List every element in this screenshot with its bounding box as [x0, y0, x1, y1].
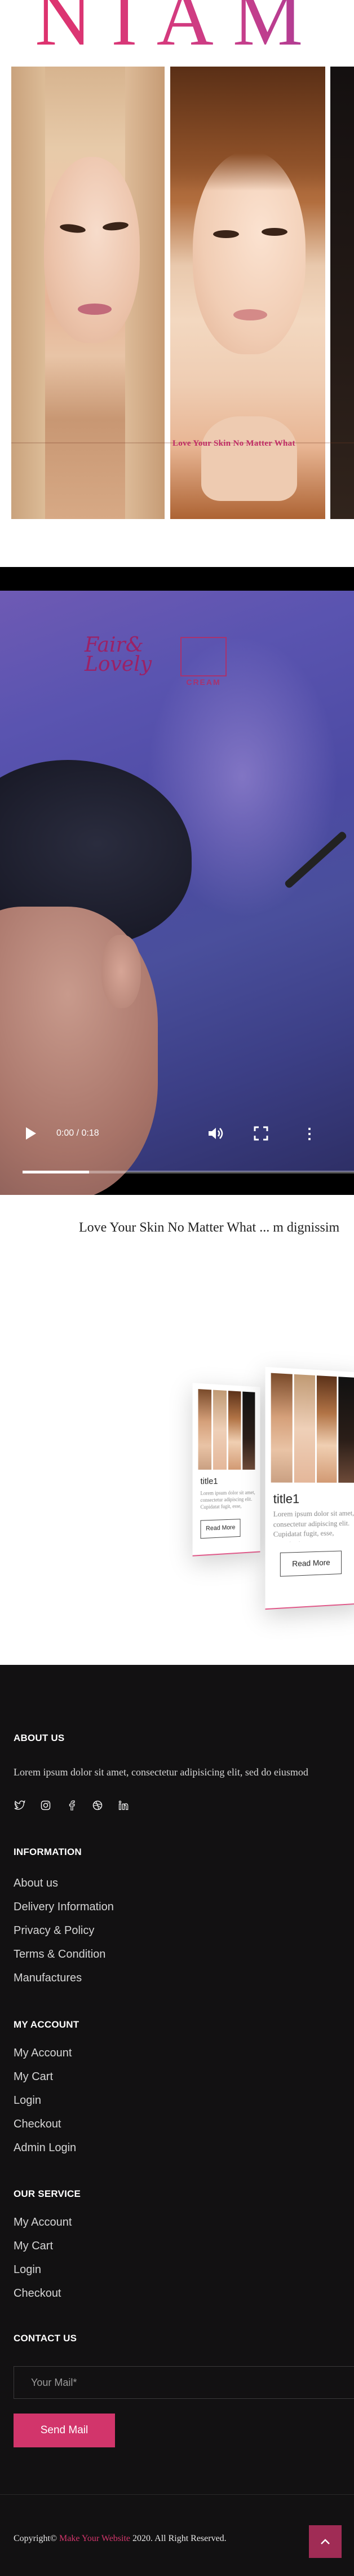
fullscreen-icon[interactable]: [254, 1126, 268, 1144]
dribbble-icon[interactable]: [91, 1799, 104, 1812]
product-card: title1 Lorem ipsum dolor sit amet, conse…: [265, 1366, 354, 1610]
footer-link-service-login[interactable]: Login: [14, 2263, 41, 2276]
social-links: [14, 1799, 130, 1812]
twitter-icon[interactable]: [14, 1799, 26, 1812]
footer-link-about-us[interactable]: About us: [14, 1877, 58, 1890]
video-frame[interactable]: Fair& Lovely CREAM: [0, 591, 354, 1195]
instagram-icon[interactable]: [39, 1799, 52, 1812]
card-text: Lorem ipsum dolor sit amet, consectetur …: [273, 1509, 354, 1542]
video-progress-fill: [23, 1171, 89, 1173]
footer-link-login[interactable]: Login: [14, 2094, 41, 2107]
video-controls: 0:00 / 0:18 ⋮: [0, 1123, 354, 1157]
card-title: title1: [273, 1492, 300, 1506]
our-service-heading: OUR SERVICE: [14, 2188, 81, 2199]
video-progress-bar[interactable]: [23, 1171, 354, 1173]
hero-section: NIAM Love Your Skin No Matter What: [0, 0, 354, 567]
more-options-icon[interactable]: ⋮: [302, 1125, 317, 1142]
about-text: Lorem ipsum dolor sit amet, consectetur …: [14, 1766, 308, 1778]
send-mail-button[interactable]: Send Mail: [14, 2414, 115, 2447]
linkedin-icon[interactable]: [117, 1799, 130, 1812]
footer-link-admin-login[interactable]: Admin Login: [14, 2142, 76, 2155]
hero-photo-blonde: [11, 67, 165, 519]
footer-link-checkout[interactable]: Checkout: [14, 2118, 61, 2131]
video-brand-logo: Fair& Lovely CREAM: [85, 635, 227, 687]
video-time: 0:00 / 0:18: [56, 1128, 99, 1138]
footer-link-delivery[interactable]: Delivery Information: [14, 1901, 114, 1914]
card-image: [198, 1389, 255, 1470]
hero-title: NIAM: [0, 0, 354, 61]
information-heading: INFORMATION: [14, 1847, 82, 1857]
marquee-text: Love Your Skin No Matter What ... m dign…: [79, 1220, 340, 1235]
email-field[interactable]: [14, 2366, 354, 2399]
read-more-button[interactable]: Read More: [280, 1550, 342, 1577]
about-heading: ABOUT US: [14, 1733, 65, 1743]
contact-heading: CONTACT US: [14, 2333, 77, 2344]
footer-link-terms[interactable]: Terms & Condition: [14, 1948, 105, 1961]
play-icon[interactable]: [26, 1127, 36, 1140]
footer-link-service-checkout[interactable]: Checkout: [14, 2287, 61, 2300]
footer-link-my-cart[interactable]: My Cart: [14, 2071, 53, 2083]
hero-photo-dark: [330, 67, 354, 519]
copyright-text: Copyright© Make Your Website 2020. All R…: [14, 2534, 227, 2543]
volume-icon[interactable]: [207, 1126, 224, 1144]
hero-photo-brunette: [170, 67, 325, 519]
video-player[interactable]: Fair& Lovely CREAM 0:00 / 0:18 ⋮: [0, 567, 354, 1195]
footer: ABOUT US Lorem ipsum dolor sit amet, con…: [0, 1665, 354, 2576]
footer-divider: [0, 2494, 354, 2495]
card-text: Lorem ipsum dolor sit amet, consectetur …: [200, 1489, 255, 1510]
copyright-site-link[interactable]: Make Your Website: [59, 2534, 130, 2543]
back-to-top-button[interactable]: [309, 2525, 342, 2558]
card-image: [271, 1373, 354, 1483]
footer-link-service-cart[interactable]: My Cart: [14, 2240, 53, 2253]
card-title: title1: [200, 1476, 218, 1487]
product-cards: title1 Lorem ipsum dolor sit amet, conse…: [0, 1258, 354, 1664]
read-more-button[interactable]: Read More: [200, 1519, 241, 1539]
footer-link-my-account[interactable]: My Account: [14, 2047, 72, 2060]
footer-link-manufactures[interactable]: Manufactures: [14, 1972, 82, 1985]
chevron-up-icon: [320, 2535, 330, 2548]
facebook-icon[interactable]: [65, 1799, 78, 1812]
my-account-heading: MY ACCOUNT: [14, 2019, 79, 2030]
footer-link-privacy[interactable]: Privacy & Policy: [14, 1924, 94, 1937]
footer-link-service-account[interactable]: My Account: [14, 2216, 72, 2229]
hero-caption: Love Your Skin No Matter What: [172, 439, 295, 448]
product-card: title1 Lorem ipsum dolor sit amet, conse…: [192, 1383, 260, 1557]
